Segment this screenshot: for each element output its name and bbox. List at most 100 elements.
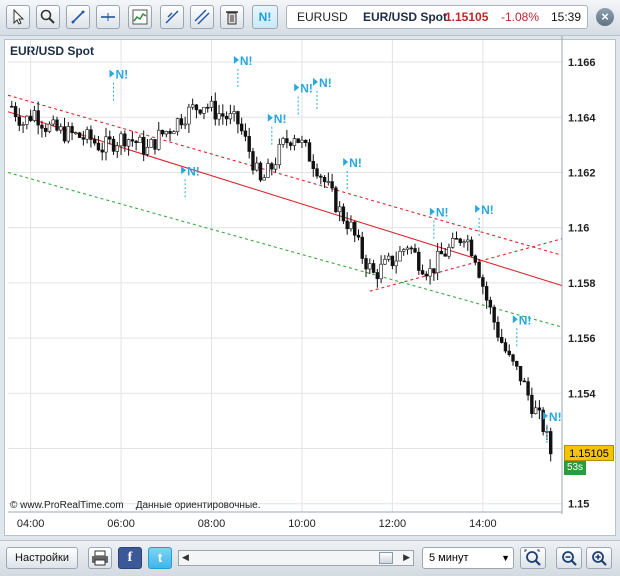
twitter-icon[interactable]: t: [148, 547, 172, 569]
facebook-icon[interactable]: f: [118, 547, 142, 569]
candle-body: [368, 263, 372, 270]
candle-body: [292, 138, 297, 146]
candle-body: [81, 137, 86, 140]
candle-body: [417, 251, 421, 271]
settings-button[interactable]: Настройки: [6, 547, 78, 569]
timeline-scrollbar[interactable]: ◀ ▶: [178, 550, 414, 566]
candle-body: [168, 131, 172, 134]
candle-body: [270, 163, 274, 170]
candle-body: [85, 129, 89, 140]
candle-body: [273, 164, 278, 170]
candle-body: [330, 181, 334, 189]
candle-body: [55, 119, 59, 131]
candle-body: [285, 138, 289, 144]
watermark: © www.ProRealTime.com Данные ориентировоч…: [10, 500, 260, 511]
candle-body: [47, 123, 52, 132]
candle-body: [379, 263, 383, 280]
candle-body: [345, 220, 349, 230]
candle-body: [66, 126, 70, 142]
candle-body: [341, 206, 346, 222]
news-marker-label: N!: [436, 206, 449, 220]
candle-body: [375, 272, 380, 280]
x-tick-label: 04:00: [17, 518, 45, 530]
candle-body: [51, 119, 55, 125]
candle-body: [153, 139, 157, 150]
candle-body: [111, 138, 116, 152]
candle-body: [10, 105, 14, 108]
candle-body: [337, 206, 342, 213]
candle-body: [371, 263, 376, 273]
candle-body: [424, 273, 429, 277]
candle-body: [236, 111, 240, 125]
candle-body: [266, 163, 270, 178]
candle-body: [130, 139, 135, 142]
news-marker-arrow: [233, 55, 239, 64]
candle-body: [545, 431, 549, 433]
candle-body: [428, 268, 432, 277]
timeframe-value: 5 минут: [429, 552, 469, 564]
candle-body: [255, 162, 259, 171]
candle-body: [492, 306, 496, 323]
candle-body: [515, 361, 519, 367]
candle-body: [194, 104, 199, 111]
candle-body: [43, 127, 48, 132]
candle-body: [364, 258, 368, 270]
candle-body: [92, 139, 97, 144]
news-marker-arrow: [267, 113, 273, 122]
candle-body: [28, 115, 33, 121]
scroll-thumb[interactable]: [379, 552, 393, 564]
candle-body: [160, 129, 165, 135]
candle-body: [89, 129, 93, 140]
candle-timer: 53s: [564, 461, 586, 475]
zoom-fit-icon[interactable]: [520, 547, 546, 569]
candle-body: [59, 126, 63, 131]
candle-body: [149, 139, 153, 148]
news-marker-label: N!: [240, 54, 253, 68]
print-icon[interactable]: [88, 547, 112, 569]
candle-body: [548, 431, 553, 455]
y-tick-label: 1.154: [568, 388, 596, 400]
candle-body: [213, 100, 217, 120]
candle-body: [258, 162, 263, 181]
candle-body: [175, 118, 180, 132]
candle-body: [187, 106, 191, 125]
news-marker-arrow: [429, 207, 435, 216]
candle-body: [477, 261, 481, 278]
x-tick-label: 10:00: [288, 518, 316, 530]
candle-body: [334, 187, 338, 213]
dashed-trend-line: [7, 171, 563, 328]
candle-body: [484, 286, 489, 301]
price-chart[interactable]: N!N!N!N!N!N!N!N!N!N!N! 1.151.1521.1541.1…: [0, 0, 620, 575]
candle-body: [224, 115, 229, 120]
candle-body: [503, 342, 508, 352]
news-marker-label: N!: [116, 68, 129, 82]
candle-body: [439, 250, 444, 255]
zoom-out-icon[interactable]: [556, 547, 582, 569]
candle-body: [40, 124, 44, 129]
scroll-right-icon[interactable]: ▶: [403, 552, 410, 563]
candle-body: [70, 126, 74, 134]
candle-body: [458, 238, 462, 244]
candle-body: [405, 247, 410, 250]
candle-body: [390, 255, 395, 267]
candle-body: [307, 142, 312, 162]
candle-body: [469, 239, 474, 257]
candle-body: [119, 133, 123, 147]
y-tick-label: 1.15: [568, 499, 589, 511]
y-tick-label: 1.162: [568, 167, 596, 179]
candle-body: [123, 133, 127, 147]
candle-body: [77, 132, 82, 138]
candle-body: [100, 149, 104, 153]
news-marker-arrow: [294, 83, 300, 92]
news-marker-arrow: [475, 204, 481, 213]
scroll-left-icon[interactable]: ◀: [182, 552, 189, 563]
candle-body: [296, 138, 300, 143]
x-tick-label: 12:00: [379, 518, 407, 530]
candle-body: [157, 129, 161, 150]
zoom-in-icon[interactable]: [586, 547, 612, 569]
candle-body: [104, 136, 108, 153]
candle-body: [311, 160, 315, 169]
y-tick-label: 1.166: [568, 57, 596, 69]
timeframe-select[interactable]: 5 минут ▼: [422, 547, 514, 569]
candle-body: [190, 104, 195, 108]
